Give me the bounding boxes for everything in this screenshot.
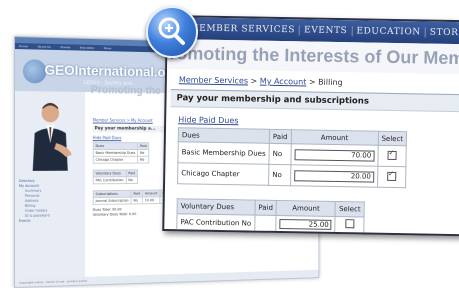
row-paid: No <box>130 197 143 204</box>
voluntary-select-cell <box>335 216 364 233</box>
dues-paid: No <box>268 164 291 186</box>
globe-logo-icon <box>22 59 47 84</box>
dues-total-value: 90.00 <box>112 207 122 212</box>
dues-total-label: Dues Total: <box>92 207 112 212</box>
breadcrumb-billing: Billing <box>318 77 343 88</box>
breadcrumb-separator: > <box>306 77 319 87</box>
breadcrumb-my-account[interactable]: My Account <box>260 77 307 87</box>
table-row: Chicago Chapter No 20.00 <box>177 162 407 188</box>
amount-input[interactable]: 25.00 <box>279 218 332 230</box>
row-amount[interactable]: 10.00 <box>142 196 160 204</box>
businessman-photo <box>32 102 72 171</box>
col-header-voluntary-dues: Voluntary Dues <box>177 198 256 216</box>
col-header-amount: Amount <box>276 200 336 217</box>
breadcrumb: Member Services > My Account > Billing <box>179 75 459 89</box>
col-header-paid: Paid <box>254 200 277 216</box>
amount-input[interactable]: 20.00 <box>293 169 374 183</box>
magnifier-glyph <box>158 17 185 45</box>
zoomed-detail-window: T MEMBER SERVICES EVENTS EDUCATION STORE… <box>162 15 459 237</box>
select-checkbox[interactable] <box>387 150 397 160</box>
nav-education[interactable]: EDUCATION <box>352 26 426 38</box>
voluntary-name-text: PAC Contribution <box>180 217 240 227</box>
section-title: Pay your membership and subscriptions <box>170 89 459 113</box>
site-logo[interactable]: GEOInternational.org <box>44 62 178 80</box>
table-row: PAC Contribution No 25.00 <box>176 213 364 233</box>
col-header: Paid <box>137 142 150 150</box>
dues-table: Dues Paid Basic Membership Dues No Chicago… <box>93 142 150 164</box>
sidebar-item[interactable]: Events <box>19 218 79 224</box>
dues-paid: No <box>268 143 291 165</box>
col-header-select: Select <box>377 131 407 146</box>
col-header-paid: Paid <box>269 129 292 144</box>
select-checkbox[interactable] <box>387 171 397 181</box>
row-paid: No <box>137 156 150 164</box>
voluntary-total-value: 0.00 <box>128 212 137 217</box>
breadcrumb-member-services[interactable]: Member Services <box>179 75 248 85</box>
magnifier-plus-icon <box>146 6 198 58</box>
banner-text: romoting the Interests of Our Membe <box>169 43 459 69</box>
row-name: Chicago Chapter <box>93 156 138 164</box>
col-header-select: Select <box>335 201 365 217</box>
row-name: Journal Subscription <box>93 197 131 205</box>
nav-store[interactable]: STORE <box>425 27 459 39</box>
select-checkbox[interactable] <box>344 219 355 229</box>
voluntary-paid-cell <box>254 215 277 232</box>
billing-content: Member Services > My Account > Billing P… <box>164 69 459 235</box>
amount-input[interactable]: 70.00 <box>294 148 375 162</box>
dues-amount-cell: 20.00 <box>290 164 378 188</box>
nav-member-services[interactable]: MEMBER SERVICES <box>185 23 301 36</box>
sidebar-menu: Directory My Account Summary Personal Addres… <box>19 179 79 224</box>
nav-events[interactable]: EVENTS <box>299 25 353 37</box>
voluntary-total-label: Voluntary Dues Total: <box>92 212 128 217</box>
row-paid: No <box>125 176 138 184</box>
dues-table: Dues Paid Amount Select Basic Membership… <box>177 127 407 188</box>
dues-select-cell <box>377 145 407 167</box>
page-heading: Promoting the <box>90 84 161 97</box>
voluntary-dues-table: Voluntary Dues Paid Amount Select PAC Co… <box>176 198 365 233</box>
voluntary-paid: No <box>241 218 252 228</box>
dues-select-cell <box>377 166 407 188</box>
dues-amount-cell: 70.00 <box>290 143 378 167</box>
dues-name: Basic Membership Dues <box>177 141 270 165</box>
row-name: PAC Contribution <box>93 176 126 184</box>
voluntary-amount-cell: 25.00 <box>276 215 336 233</box>
voluntary-name: PAC Contribution No <box>176 213 255 232</box>
col-header-amount: Amount <box>290 129 379 146</box>
voluntary-dues-table: Voluntary Dues Paid PAC Contribution No <box>93 169 138 184</box>
dues-name: Chicago Chapter <box>177 162 269 186</box>
col-header: Dues <box>93 142 138 150</box>
row-paid: No <box>137 149 150 157</box>
breadcrumb-separator: > <box>247 76 260 86</box>
